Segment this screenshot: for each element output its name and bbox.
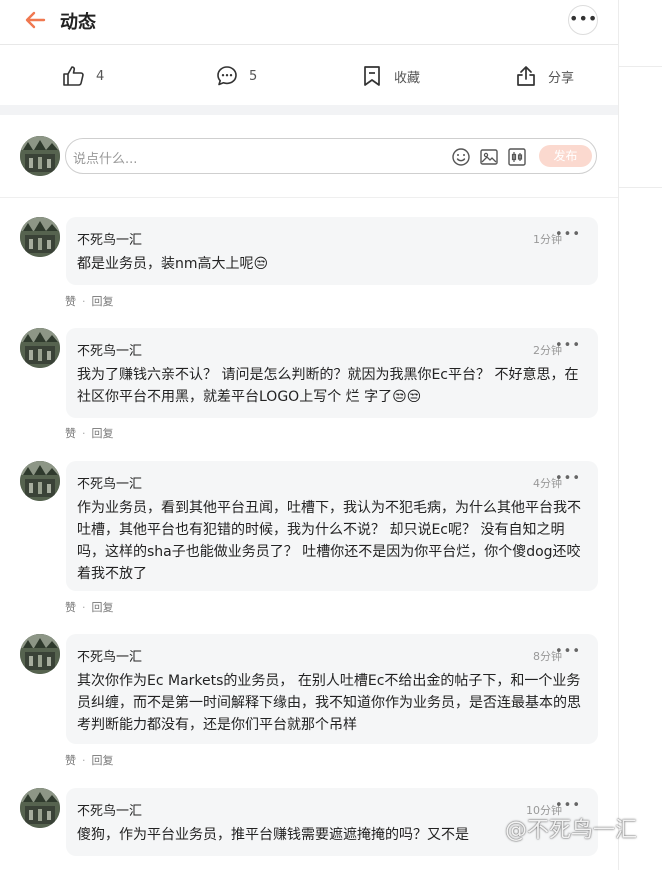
more-options-button[interactable]: ••• [568,5,598,35]
share-icon [517,66,535,86]
comment-more-icon[interactable]: ••• [555,798,581,813]
collect-button[interactable]: 收藏 [360,63,420,89]
comment-item: 不死鸟一汇 2分钟 ••• 我为了赚钱六亲不认？ 请问是怎么判断的？就因为我黑你… [0,328,618,443]
action-bar: 4 5 收藏 分享 [0,45,618,105]
avatar[interactable] [20,461,60,501]
comment-more-icon[interactable]: ••• [555,338,581,353]
comment-item: 不死鸟一汇 1分钟 ••• 都是业务员，装nm高大上呢😒 赞 · 回复 [0,217,618,309]
comment-more-icon[interactable]: ••• [555,227,581,242]
page-title: 动态 [60,12,96,33]
comment-footer: 赞 · 回复 [65,752,114,768]
comment-bubble: 不死鸟一汇 1分钟 ••• 都是业务员，装nm高大上呢😒 [66,217,598,285]
comment-input[interactable]: 说点什么... 发布 [65,138,597,174]
share-label: 分享 [548,70,575,86]
avatar[interactable] [20,328,60,368]
comment-item: 不死鸟一汇 4分钟 ••• 作为业务员，看到其他平台丑闻，吐槽下，我认为不犯毛病… [0,461,618,616]
comment-count: 5 [249,68,258,84]
like-button[interactable]: 4 [62,63,104,89]
watermark: @不死鸟一汇 [505,818,638,843]
comment-text: 作为业务员，看到其他平台丑闻，吐槽下，我认为不犯毛病，为什么其他平台我不吐槽，其… [77,500,581,582]
comment-composer: 说点什么... 发布 [0,115,618,198]
comment-text: 我为了赚钱六亲不认？ 请问是怎么判断的？就因为我黑你Ec平台？ 不好意思，在社区… [77,367,579,405]
chart-icon[interactable] [507,147,527,167]
comment-text: 都是业务员，装nm高大上呢😒 [77,256,269,272]
like-comment-button[interactable]: 赞 [65,295,76,308]
like-comment-button[interactable]: 赞 [65,754,76,767]
main-panel: 动态 ••• 4 5 收藏 分享 说点什么... 发布 不死鸟一汇 1分钟 ••… [0,0,618,870]
comment-username[interactable]: 不死鸟一汇 [77,800,142,819]
comment-bubble: 不死鸟一汇 4分钟 ••• 作为业务员，看到其他平台丑闻，吐槽下，我认为不犯毛病… [66,461,598,591]
comment-bubble: 不死鸟一汇 2分钟 ••• 我为了赚钱六亲不认？ 请问是怎么判断的？就因为我黑你… [66,328,598,418]
comment-footer: 赞 · 回复 [65,425,114,441]
right-gutter [618,0,662,870]
comment-more-icon[interactable]: ••• [555,644,581,659]
comment-text: 其次你作为Ec Markets的业务员， 在别人吐槽Ec不给出金的帖子下，和一个… [77,673,581,733]
reply-button[interactable]: 回复 [92,295,114,308]
thumbs-up-icon [63,66,84,86]
avatar[interactable] [20,634,60,674]
image-icon[interactable] [479,147,499,167]
avatar[interactable] [20,788,60,828]
like-comment-button[interactable]: 赞 [65,601,76,614]
comment-more-icon[interactable]: ••• [555,471,581,486]
reply-button[interactable]: 回复 [92,427,114,440]
comment-username[interactable]: 不死鸟一汇 [77,340,142,359]
publish-button[interactable]: 发布 [539,145,592,167]
like-count: 4 [96,68,105,84]
bookmark-icon [364,66,380,86]
comment-username[interactable]: 不死鸟一汇 [77,646,142,665]
separator-dot: · [82,427,86,440]
comment-bubble: 不死鸟一汇 8分钟 ••• 其次你作为Ec Markets的业务员， 在别人吐槽… [66,634,598,744]
collect-label: 收藏 [394,70,421,86]
avatar[interactable] [20,217,60,257]
comment-input-placeholder: 说点什么... [73,152,138,167]
reply-button[interactable]: 回复 [92,754,114,767]
comment-footer: 赞 · 回复 [65,293,114,309]
comment-username[interactable]: 不死鸟一汇 [77,229,142,248]
top-bar: 动态 ••• [0,0,618,45]
comment-item: 不死鸟一汇 8分钟 ••• 其次你作为Ec Markets的业务员， 在别人吐槽… [0,634,618,769]
comment-username[interactable]: 不死鸟一汇 [77,473,142,492]
share-button[interactable]: 分享 [514,63,574,89]
like-comment-button[interactable]: 赞 [65,427,76,440]
back-arrow-icon[interactable] [22,6,50,34]
comment-bubble-icon [217,66,237,86]
comment-button[interactable]: 5 [215,63,257,89]
separator-dot: · [82,754,86,767]
avatar [20,136,60,176]
separator-dot: · [82,295,86,308]
emoji-icon[interactable] [451,147,471,167]
separator-dot: · [82,601,86,614]
comment-footer: 赞 · 回复 [65,599,114,615]
gutter-panel [619,66,662,188]
section-divider [0,105,618,115]
reply-button[interactable]: 回复 [92,601,114,614]
